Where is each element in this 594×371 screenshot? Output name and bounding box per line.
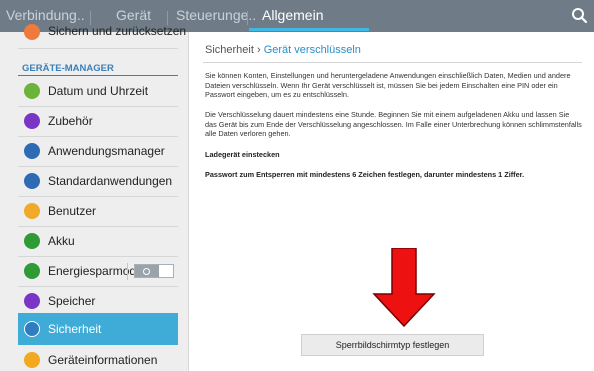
sidebar-item-device-info[interactable]: Geräteinformationen [18, 345, 178, 371]
sidebar-item-label: Sicherheit [48, 322, 102, 336]
backup-icon [24, 24, 40, 40]
apps-icon [24, 143, 40, 159]
breadcrumb-parent[interactable]: Sicherheit [205, 44, 254, 56]
sidebar-item-accessories[interactable]: Zubehör [18, 106, 178, 136]
description-paragraph: Sie können Konten, Einstellungen und her… [205, 71, 571, 100]
requirement-password: Passwort zum Entsperren mit mindestens 6… [205, 170, 525, 179]
breadcrumb: Sicherheit › Gerät verschlüsseln [205, 44, 361, 56]
header-divider [203, 62, 582, 63]
sidebar-item-label: Datum und Uhrzeit [48, 84, 149, 98]
toggle-knob [135, 265, 159, 277]
storage-icon [24, 293, 40, 309]
sidebar-item-date-time[interactable]: Datum und Uhrzeit [18, 76, 178, 106]
sidebar-item-label: Speicher [48, 294, 96, 308]
breadcrumb-current: Gerät verschlüsseln [263, 44, 361, 56]
toggle-divider [127, 263, 128, 280]
sidebar-item-battery[interactable]: Akku [18, 226, 178, 256]
info-icon [24, 352, 40, 368]
sidebar-item-label: Standardanwendungen [48, 174, 173, 188]
sidebar-divider [188, 32, 189, 371]
default-apps-icon [24, 173, 40, 189]
search-button[interactable] [566, 0, 594, 32]
sidebar-item-label: Benutzer [48, 204, 97, 218]
active-tab-indicator [249, 28, 369, 31]
requirement-charger: Ladegerät einstecken [205, 150, 280, 159]
sidebar-item-app-manager[interactable]: Anwendungsmanager [18, 136, 178, 166]
sidebar-item-label: Energiesparmod.. [48, 264, 143, 278]
accessory-icon [24, 113, 40, 129]
sidebar-item-label: Zubehör [48, 114, 93, 128]
divider [18, 48, 178, 49]
tab-divider [247, 11, 248, 25]
user-icon [24, 203, 40, 219]
clock-icon [24, 83, 40, 99]
battery-icon [24, 233, 40, 249]
tab-steuerung[interactable]: Steuerunge.. [176, 0, 256, 32]
sidebar-item-label: Anwendungsmanager [48, 144, 165, 158]
sidebar-item-users[interactable]: Benutzer [18, 196, 178, 226]
breadcrumb-separator: › [256, 44, 261, 56]
lock-icon [24, 321, 40, 337]
sidebar-item-storage[interactable]: Speicher [18, 286, 178, 316]
power-saving-toggle[interactable] [134, 264, 174, 278]
set-lock-screen-type-button[interactable]: Sperrbildschirmtyp festlegen [301, 334, 484, 356]
search-icon [572, 8, 588, 24]
sidebar-item-label: Sichern und zurücksetzen [48, 24, 187, 38]
section-header: GERÄTE-MANAGER [22, 63, 114, 74]
power-saving-icon [24, 263, 40, 279]
sidebar-item-label: Akku [48, 234, 75, 248]
sidebar-item-security[interactable]: Sicherheit [18, 313, 178, 345]
arrow-down-icon [372, 247, 436, 328]
warning-paragraph: Die Verschlüsselung dauert mindestens ei… [205, 110, 582, 139]
sidebar-item-label: Geräteinformationen [48, 353, 158, 367]
sidebar-item-power-saving[interactable]: Energiesparmod.. [18, 256, 178, 286]
sidebar-item-default-apps[interactable]: Standardanwendungen [18, 166, 178, 196]
